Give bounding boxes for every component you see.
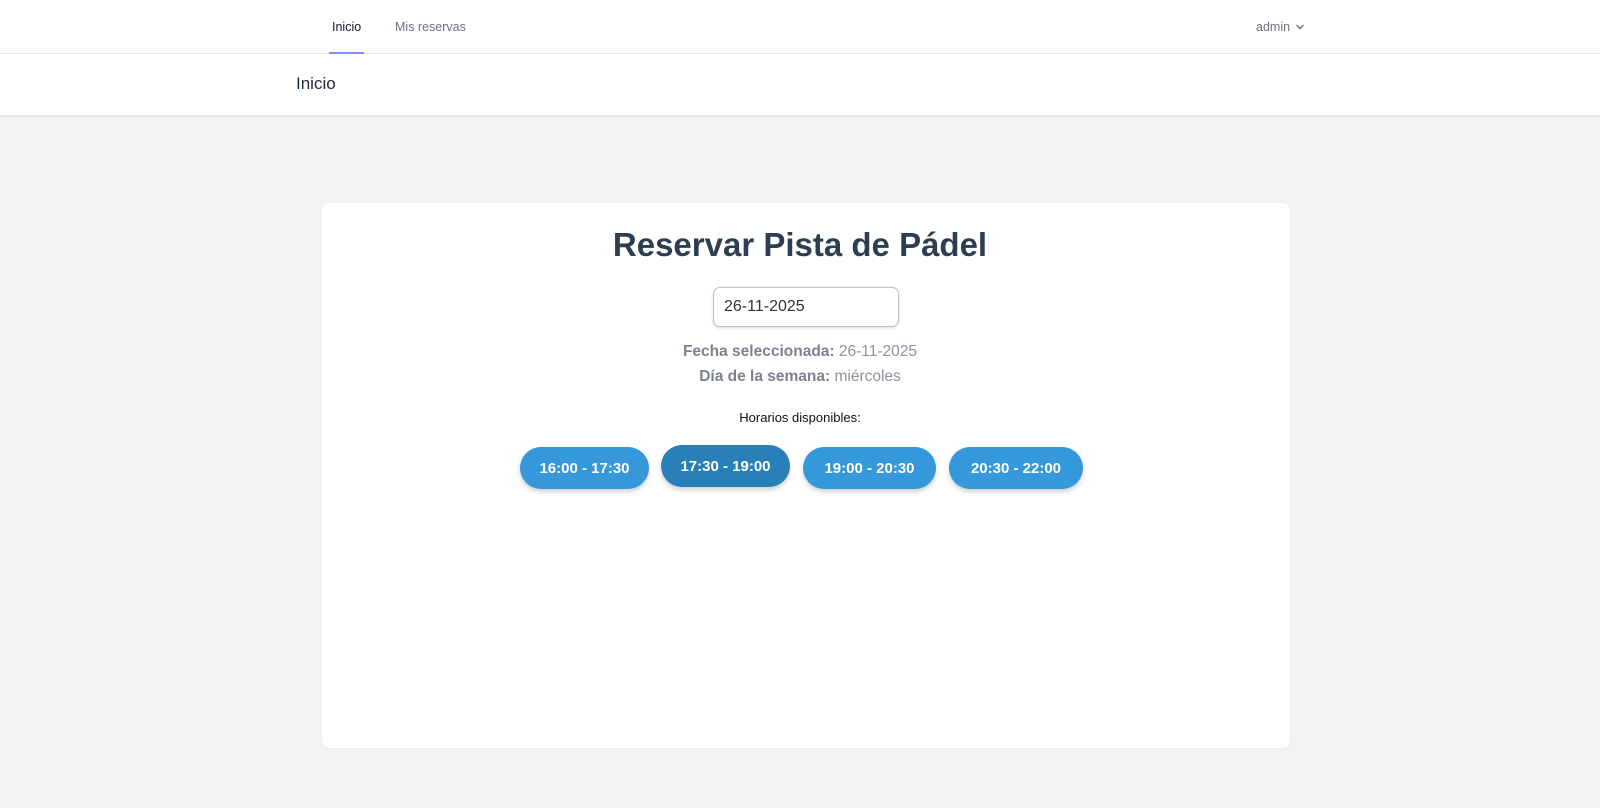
user-menu[interactable]: admin	[1256, 0, 1305, 54]
top-navigation: Inicio Mis reservas admin	[0, 0, 1600, 54]
time-slot-button[interactable]: 16:00 - 17:30	[520, 447, 649, 489]
page-header: Inicio	[0, 54, 1600, 116]
user-name: admin	[1256, 20, 1291, 34]
available-slots-label: Horarios disponibles:	[739, 410, 861, 425]
weekday-label: Día de la semana:	[699, 368, 831, 385]
time-slot-button[interactable]: 19:00 - 20:30	[803, 447, 936, 489]
selected-date-line: Fecha seleccionada: 26-11-2025	[0, 343, 1600, 361]
time-slot-button[interactable]: 20:30 - 22:00	[949, 447, 1083, 489]
page-title: Inicio	[296, 74, 336, 93]
weekday-value: miércoles	[834, 368, 901, 385]
nav-link-mis-reservas[interactable]: Mis reservas	[395, 0, 466, 54]
weekday-line: Día de la semana: miércoles	[0, 368, 1600, 386]
chevron-down-icon	[1296, 24, 1304, 30]
booking-title: Reservar Pista de Pádel	[612, 226, 988, 263]
selected-date-label: Fecha seleccionada:	[682, 343, 835, 360]
nav-link-inicio[interactable]: Inicio	[328, 0, 365, 54]
time-slot-button[interactable]: 17:30 - 19:00	[661, 445, 790, 487]
date-input[interactable]	[713, 287, 899, 327]
selected-date-value: 26-11-2025	[838, 343, 918, 360]
